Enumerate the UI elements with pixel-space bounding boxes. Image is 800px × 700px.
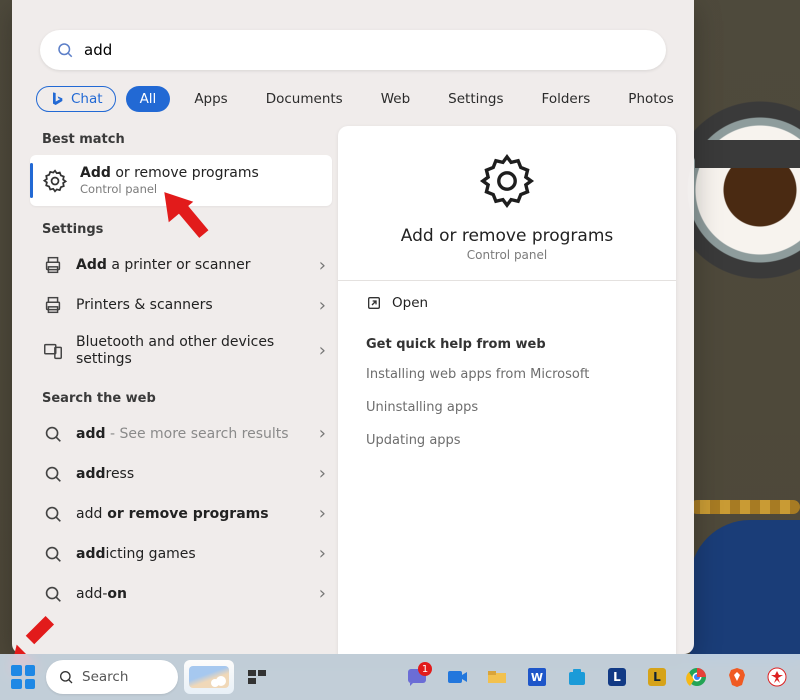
- section-best-match: Best match: [42, 132, 328, 147]
- settings-result-bluetooth-devices[interactable]: Bluetooth and other devices settings ›: [30, 325, 332, 377]
- chevron-right-icon: ›: [319, 340, 326, 361]
- tab-apps[interactable]: Apps: [180, 86, 241, 112]
- tab-all-label: All: [140, 91, 157, 107]
- svg-text:W: W: [531, 671, 543, 684]
- gear-icon: [478, 152, 536, 210]
- gear-icon: [42, 168, 68, 194]
- taskbar-explorer[interactable]: [480, 660, 514, 694]
- search-input[interactable]: [84, 41, 650, 59]
- tab-label: Photos: [628, 91, 674, 107]
- tab-documents[interactable]: Documents: [252, 86, 357, 112]
- help-link[interactable]: Updating apps: [364, 424, 650, 457]
- chevron-right-icon: ›: [319, 463, 326, 484]
- start-search-panel: Chat All Apps Documents Web Settings Fol…: [12, 0, 694, 654]
- result-label: add - See more search results: [76, 426, 289, 442]
- tab-chat-label: Chat: [71, 91, 103, 107]
- result-label: Add a printer or scanner: [76, 257, 251, 273]
- chevron-right-icon: ›: [319, 543, 326, 564]
- taskbar-store[interactable]: [560, 660, 594, 694]
- taskbar-app-l2[interactable]: L: [640, 660, 674, 694]
- result-label: address: [76, 466, 134, 482]
- help-link[interactable]: Installing web apps from Microsoft: [364, 358, 650, 391]
- search-icon: [42, 423, 64, 445]
- tab-photos[interactable]: Photos: [614, 86, 688, 112]
- bing-icon: [49, 91, 65, 107]
- result-label: add-on: [76, 586, 127, 602]
- section-search-web: Search the web: [42, 391, 328, 406]
- preview-column: Add or remove programs Control panel Ope…: [338, 126, 694, 654]
- taskbar-camera[interactable]: [440, 660, 474, 694]
- settings-result-printers-scanners[interactable]: Printers & scanners ›: [30, 285, 332, 325]
- action-open-label: Open: [392, 295, 428, 311]
- taskbar-word[interactable]: W: [520, 660, 554, 694]
- result-label: Bluetooth and other devices settings: [76, 334, 276, 368]
- taskbar: Search 1 W L L: [0, 654, 800, 700]
- help-link[interactable]: Uninstalling apps: [364, 391, 650, 424]
- notification-badge: 1: [418, 662, 432, 676]
- search-bar[interactable]: [40, 30, 666, 70]
- taskbar-task-view[interactable]: [240, 660, 274, 694]
- tab-label: Settings: [448, 91, 503, 107]
- taskbar-search-label: Search: [82, 669, 128, 685]
- chevron-right-icon: ›: [319, 503, 326, 524]
- taskbar-chat[interactable]: 1: [400, 660, 434, 694]
- result-label: Printers & scanners: [76, 297, 213, 313]
- tab-chat[interactable]: Chat: [36, 86, 116, 112]
- web-result[interactable]: add or remove programs ›: [30, 494, 332, 534]
- printer-icon: [42, 254, 64, 276]
- chevron-right-icon: ›: [319, 255, 326, 276]
- tab-label: Web: [381, 91, 410, 107]
- taskbar-brave[interactable]: [720, 660, 754, 694]
- section-settings: Settings: [42, 222, 328, 237]
- chevron-right-icon: ›: [319, 583, 326, 604]
- preview-card: Add or remove programs Control panel Ope…: [338, 126, 676, 654]
- devices-icon: [42, 340, 64, 362]
- tab-settings[interactable]: Settings: [434, 86, 517, 112]
- help-link-label: Installing web apps from Microsoft: [366, 367, 589, 382]
- web-result[interactable]: add - See more search results ›: [30, 414, 332, 454]
- help-link-label: Updating apps: [366, 433, 461, 448]
- svg-text:L: L: [613, 670, 621, 684]
- search-icon: [42, 543, 64, 565]
- tab-label: Folders: [542, 91, 591, 107]
- tab-label: Apps: [194, 91, 227, 107]
- printer-icon: [42, 294, 64, 316]
- open-icon: [366, 295, 382, 311]
- chevron-right-icon: ›: [319, 423, 326, 444]
- tab-all[interactable]: All: [126, 86, 171, 112]
- chevron-right-icon: ›: [319, 295, 326, 316]
- help-link-label: Uninstalling apps: [366, 400, 478, 415]
- svg-text:L: L: [653, 670, 661, 684]
- tab-label: Documents: [266, 91, 343, 107]
- search-icon: [58, 669, 74, 685]
- search-icon: [56, 41, 74, 59]
- search-icon: [42, 583, 64, 605]
- tab-folders[interactable]: Folders: [528, 86, 605, 112]
- search-icon: [42, 463, 64, 485]
- preview-title: Add or remove programs: [401, 226, 614, 246]
- taskbar-app-l[interactable]: L: [600, 660, 634, 694]
- filter-tabs: Chat All Apps Documents Web Settings Fol…: [36, 86, 670, 112]
- tab-web[interactable]: Web: [367, 86, 424, 112]
- preview-help-heading: Get quick help from web: [364, 325, 650, 358]
- search-icon: [42, 503, 64, 525]
- web-result[interactable]: add-on ›: [30, 574, 332, 614]
- web-result[interactable]: addicting games ›: [30, 534, 332, 574]
- taskbar-search[interactable]: Search: [46, 660, 178, 694]
- taskbar-chrome[interactable]: [680, 660, 714, 694]
- start-button[interactable]: [6, 660, 40, 694]
- result-label: addicting games: [76, 546, 196, 562]
- best-match-title: Add or remove programs: [80, 165, 259, 181]
- result-label: add or remove programs: [76, 506, 269, 522]
- settings-result-add-printer[interactable]: Add a printer or scanner ›: [30, 245, 332, 285]
- taskbar-widgets[interactable]: [184, 660, 234, 694]
- web-result[interactable]: address ›: [30, 454, 332, 494]
- preview-subtitle: Control panel: [467, 248, 547, 262]
- action-open[interactable]: Open: [364, 281, 650, 325]
- taskbar-app-red[interactable]: [760, 660, 794, 694]
